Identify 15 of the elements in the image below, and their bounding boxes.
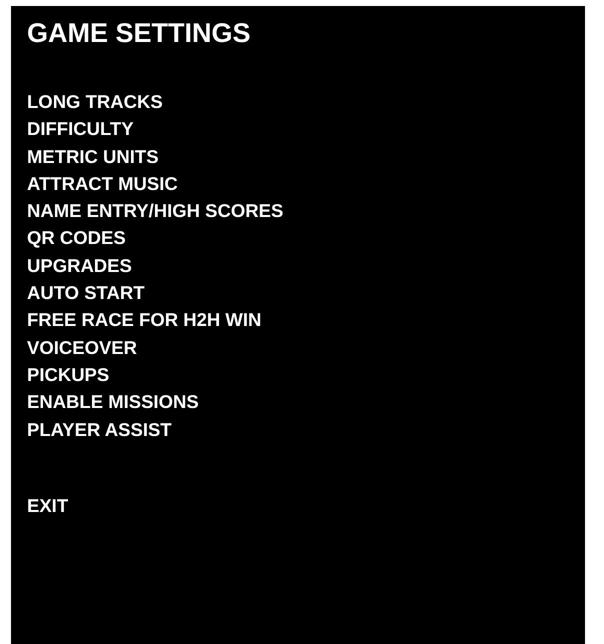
menu-item[interactable]: AUTO START — [27, 279, 145, 306]
menu-item[interactable]: LONG TRACKS — [27, 88, 163, 116]
menu-item[interactable]: ATTRACT MUSIC — [27, 170, 178, 198]
menu-item[interactable]: FREE RACE FOR H2H WIN — [27, 306, 262, 334]
menu-item[interactable]: QR CODES — [27, 224, 126, 252]
menu-item[interactable]: NAME ENTRY/HIGH SCORES — [27, 197, 284, 224]
menu-item[interactable]: VOICEOVER — [27, 334, 137, 361]
menu-item[interactable]: PICKUPS — [27, 360, 110, 388]
menu-item[interactable]: UPGRADES — [27, 252, 132, 280]
exit-item[interactable]: EXIT — [27, 492, 68, 520]
menu-title: GAME SETTINGS — [27, 17, 252, 50]
menu-item[interactable]: DIFFICULTY — [27, 115, 134, 143]
menu-item[interactable]: ENABLE MISSIONS — [27, 388, 199, 416]
menu-item[interactable]: METRIC UNITS — [27, 142, 159, 170]
menu-item[interactable]: PLAYER ASSIST — [27, 416, 172, 443]
